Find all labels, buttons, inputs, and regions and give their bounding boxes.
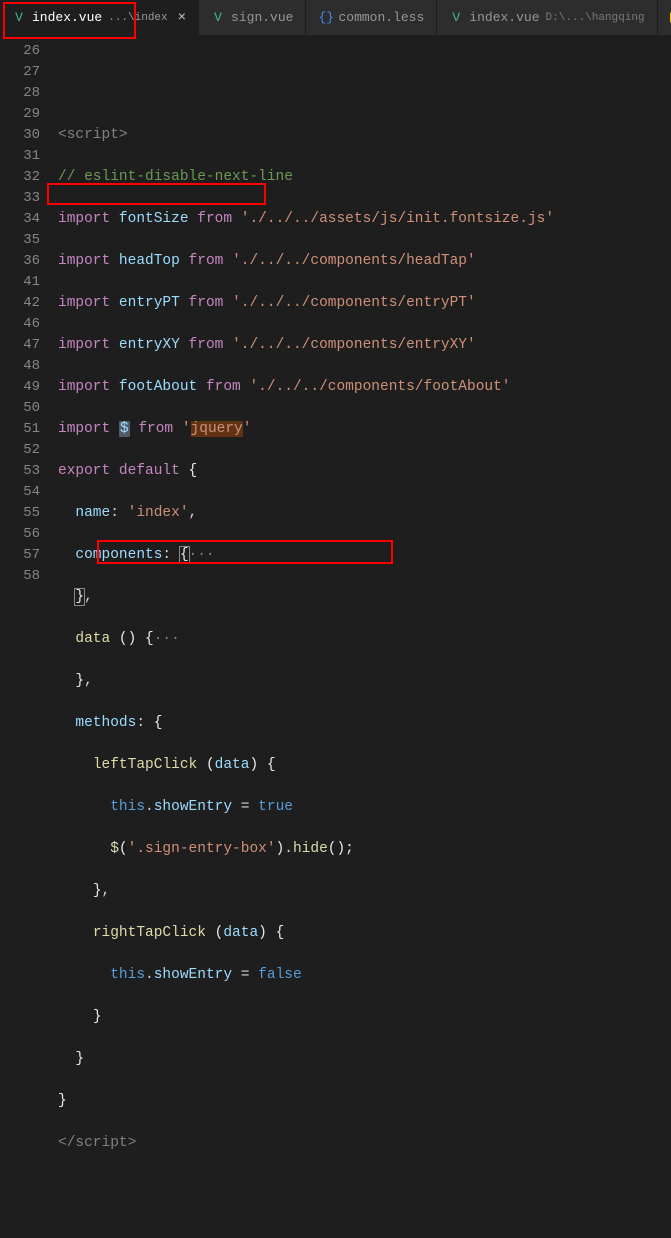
- code-line: [58, 1175, 554, 1196]
- line-number: 32: [0, 167, 40, 188]
- vue-icon: V: [211, 10, 225, 25]
- code-line: methods: {: [58, 713, 554, 734]
- line-number: 46: [0, 314, 40, 335]
- tab-sign-vue[interactable]: V sign.vue: [199, 0, 306, 35]
- line-number: +42: [0, 293, 40, 314]
- code-line: $('.sign-entry-box').hide();: [58, 839, 554, 860]
- tab-index-vue-active[interactable]: V index.vue ...\index ×: [0, 0, 199, 35]
- vue-icon: V: [12, 10, 26, 25]
- tab-detail: ...\index: [108, 12, 167, 24]
- tab-webpack[interactable]: JS webpack.base.c: [658, 0, 671, 35]
- code-line: </script>: [58, 1133, 554, 1154]
- code-line: components: {···: [58, 545, 554, 566]
- line-number: 57: [0, 545, 40, 566]
- editor-area[interactable]: 26 27 28 29 30 31 32 33 34 35 +36 41 +42…: [0, 35, 671, 672]
- code-content[interactable]: <script> // eslint-disable-next-line imp…: [50, 35, 554, 672]
- code-line: import $ from 'jquery': [58, 419, 554, 440]
- line-number: 51: [0, 419, 40, 440]
- code-line: },: [58, 671, 554, 692]
- line-number: 55: [0, 503, 40, 524]
- line-number: 53: [0, 461, 40, 482]
- code-line: <script>: [58, 125, 554, 146]
- code-line: // eslint-disable-next-line: [58, 167, 554, 188]
- line-number: 50: [0, 398, 40, 419]
- less-icon: {}: [318, 10, 332, 25]
- line-number-gutter: 26 27 28 29 30 31 32 33 34 35 +36 41 +42…: [0, 35, 50, 672]
- code-line: name: 'index',: [58, 503, 554, 524]
- line-number: 27: [0, 62, 40, 83]
- line-number: 35: [0, 230, 40, 251]
- code-line: import fontSize from './../../assets/js/…: [58, 209, 554, 230]
- code-line: leftTapClick (data) {: [58, 755, 554, 776]
- line-number: 30: [0, 125, 40, 146]
- line-number: 58: [0, 566, 40, 587]
- code-line: import footAbout from './../../component…: [58, 377, 554, 398]
- code-line: }: [58, 1091, 554, 1112]
- tab-index-vue-hangqing[interactable]: V index.vue D:\...\hangqing: [437, 0, 657, 35]
- line-number: 26: [0, 41, 40, 62]
- code-line: import headTop from './../../components/…: [58, 251, 554, 272]
- line-number: 48: [0, 356, 40, 377]
- tab-label: index.vue: [469, 10, 539, 25]
- vue-icon: V: [449, 10, 463, 25]
- line-number: 41: [0, 272, 40, 293]
- code-line: import entryXY from './../../components/…: [58, 335, 554, 356]
- tab-label: common.less: [338, 10, 424, 25]
- code-line: this.showEntry = true: [58, 797, 554, 818]
- code-line: data () {···: [58, 629, 554, 650]
- line-number: 34: [0, 209, 40, 230]
- code-line: rightTapClick (data) {: [58, 923, 554, 944]
- code-line: },: [58, 881, 554, 902]
- close-icon[interactable]: ×: [178, 10, 186, 26]
- line-number: 33: [0, 188, 40, 209]
- line-number: 47: [0, 335, 40, 356]
- tab-common-less[interactable]: {} common.less: [306, 0, 437, 35]
- line-number: +36: [0, 251, 40, 272]
- line-number: 31: [0, 146, 40, 167]
- line-number: 49: [0, 377, 40, 398]
- line-number: 28: [0, 83, 40, 104]
- code-line: import entryPT from './../../components/…: [58, 293, 554, 314]
- tab-detail: D:\...\hangqing: [546, 12, 645, 24]
- tab-bar: V index.vue ...\index × V sign.vue {} co…: [0, 0, 671, 35]
- line-number: 52: [0, 440, 40, 461]
- code-line: }: [58, 1049, 554, 1070]
- code-line: this.showEntry = false: [58, 965, 554, 986]
- line-number: 56: [0, 524, 40, 545]
- code-line: export default {: [58, 461, 554, 482]
- line-number: 29: [0, 104, 40, 125]
- tab-label: index.vue: [32, 10, 102, 25]
- line-number: 54: [0, 482, 40, 503]
- code-line: },: [58, 587, 554, 608]
- code-line: }: [58, 1007, 554, 1028]
- tab-label: sign.vue: [231, 10, 293, 25]
